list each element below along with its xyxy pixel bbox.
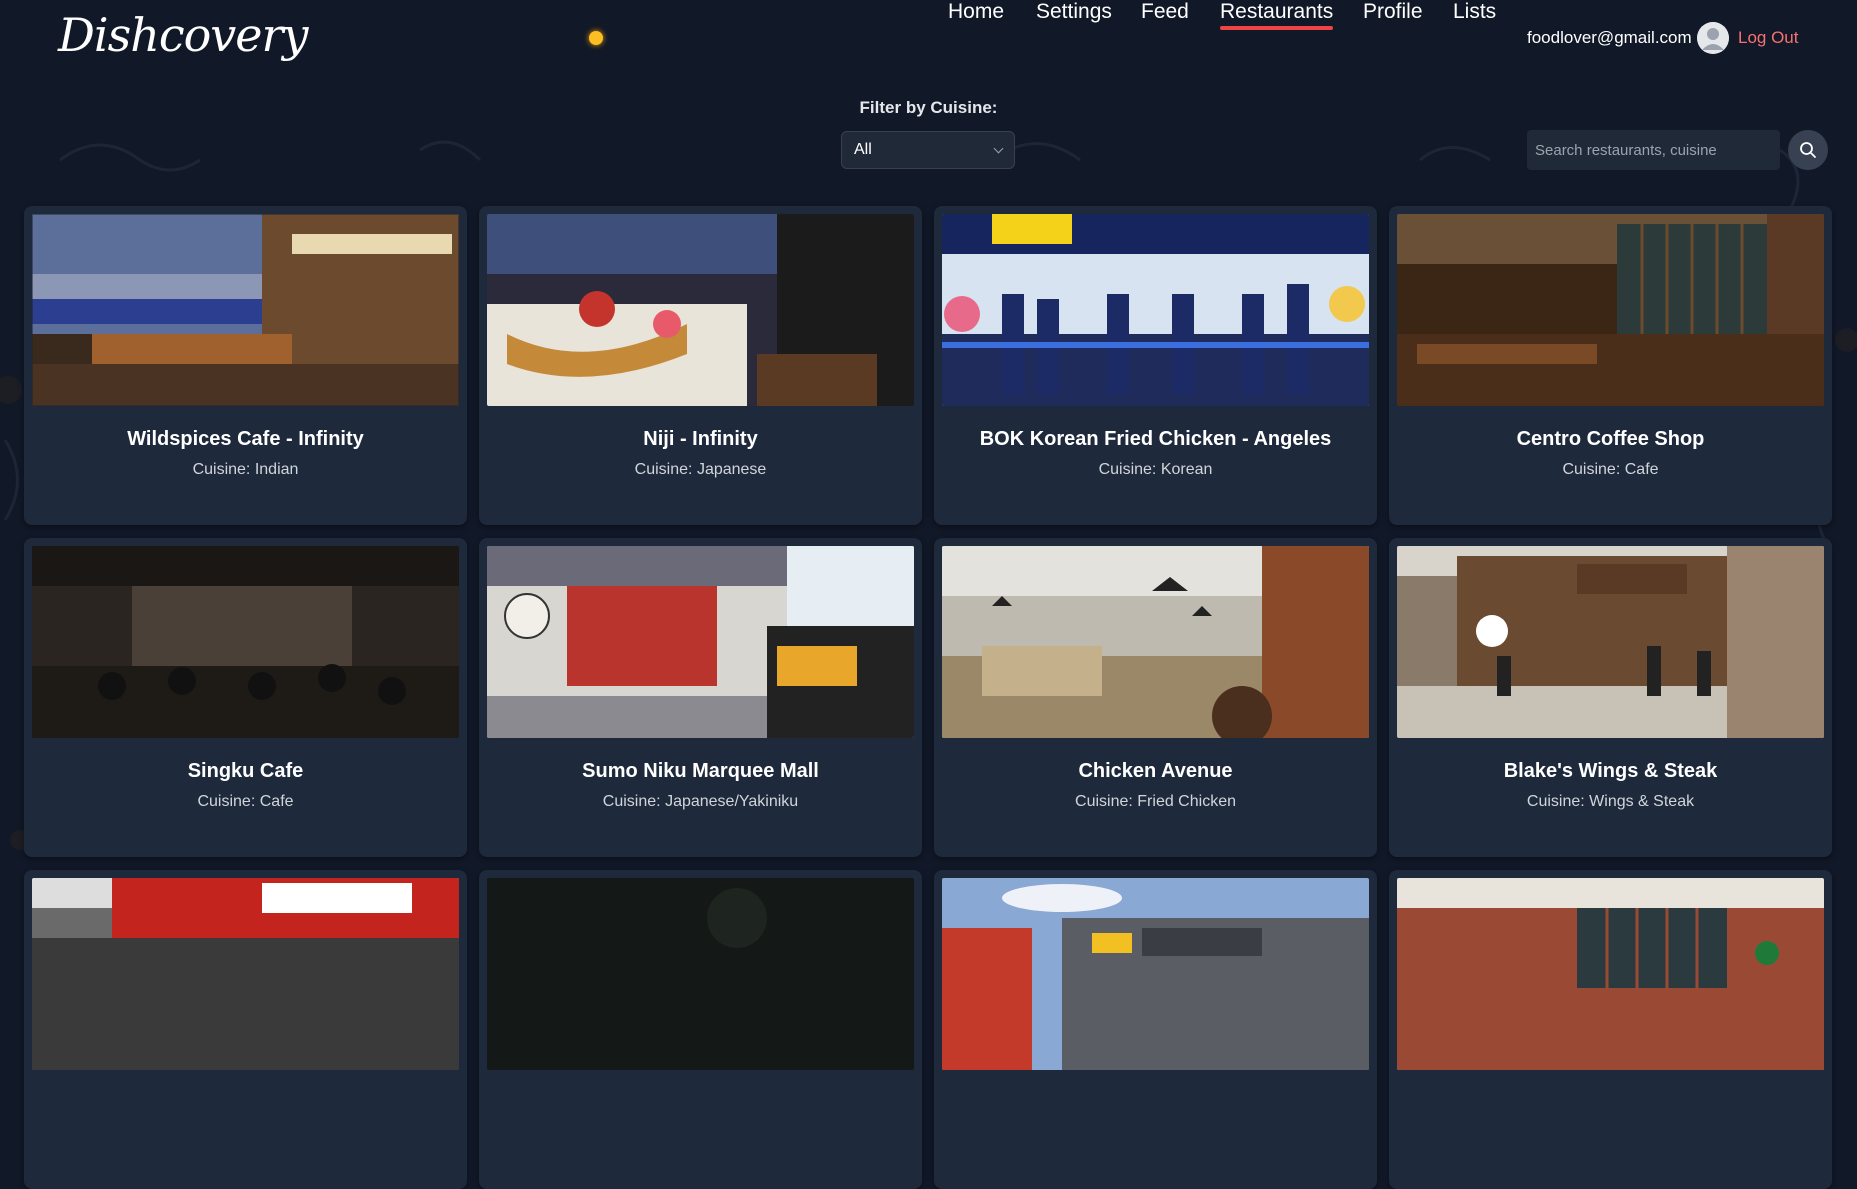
restaurant-name: Blake's Wings & Steak: [1503, 760, 1718, 782]
restaurant-photo: [487, 878, 914, 1070]
logout-link[interactable]: Log Out: [1738, 28, 1799, 48]
cuisine-value: Japanese/Yakiniku: [665, 793, 799, 810]
restaurant-card[interactable]: Niji - Infinity Cuisine: Japanese: [479, 206, 922, 525]
cuisine-value: Korean: [1160, 461, 1213, 478]
restaurant-name: BOK Korean Fried Chicken - Angeles: [979, 428, 1332, 450]
cuisine-filter-value: All: [854, 141, 872, 158]
cuisine-value: Cafe: [1624, 461, 1659, 478]
restaurant-card[interactable]: Singku Cafe Cuisine: Cafe: [24, 538, 467, 857]
restaurant-photo: [942, 546, 1369, 738]
filter-label: Filter by Cuisine:: [859, 98, 998, 117]
nav-profile[interactable]: Profile: [1363, 0, 1423, 24]
app-logo[interactable]: Dishcovery: [58, 8, 308, 62]
restaurant-card[interactable]: [479, 870, 922, 1189]
restaurant-photo: [487, 214, 914, 406]
nav-settings[interactable]: Settings: [1036, 0, 1112, 24]
restaurant-photo: [32, 878, 459, 1070]
nav-feed[interactable]: Feed: [1141, 0, 1189, 24]
cuisine-value: Wings & Steak: [1589, 793, 1695, 810]
restaurant-photo: [1397, 878, 1824, 1070]
nav-home[interactable]: Home: [948, 0, 1004, 24]
restaurant-cuisine: Cuisine: Cafe: [1397, 461, 1824, 479]
cuisine-prefix: Cuisine:: [634, 461, 693, 478]
search-icon: [1800, 142, 1816, 158]
restaurant-card[interactable]: Sumo Niku Marquee Mall Cuisine: Japanese…: [479, 538, 922, 857]
restaurant-cuisine: Cuisine: Indian: [32, 461, 459, 479]
cuisine-prefix: Cuisine:: [197, 793, 256, 810]
restaurant-photo: [32, 546, 459, 738]
top-navbar: Dishcovery Home Settings Feed Restaurant…: [0, 0, 1857, 80]
restaurant-name: Chicken Avenue: [1078, 760, 1233, 782]
cuisine-value: Fried Chicken: [1137, 793, 1236, 810]
restaurant-card[interactable]: Blake's Wings & Steak Cuisine: Wings & S…: [1389, 538, 1832, 857]
cuisine-filter-select[interactable]: All: [841, 131, 1015, 169]
cuisine-prefix: Cuisine:: [1075, 793, 1133, 810]
restaurant-name: Niji - Infinity: [643, 428, 758, 450]
user-avatar[interactable]: [1697, 22, 1729, 54]
restaurant-photo: [487, 546, 914, 738]
restaurant-name: Wildspices Cafe - Infinity: [127, 428, 364, 450]
restaurant-name: Singku Cafe: [187, 760, 304, 782]
cuisine-value: Indian: [254, 461, 299, 478]
restaurant-cuisine: Cuisine: Japanese: [487, 461, 914, 479]
cuisine-prefix: Cuisine:: [1562, 461, 1621, 478]
search-button[interactable]: [1788, 130, 1828, 170]
restaurant-cuisine: Cuisine: Cafe: [32, 793, 459, 811]
cuisine-value: Cafe: [259, 793, 294, 810]
restaurant-card[interactable]: Centro Coffee Shop Cuisine: Cafe: [1389, 206, 1832, 525]
user-email: foodlover@gmail.com: [1527, 28, 1692, 47]
cuisine-prefix: Cuisine:: [1526, 793, 1585, 810]
restaurant-name: Centro Coffee Shop: [1516, 428, 1705, 450]
nav-restaurants[interactable]: Restaurants: [1220, 0, 1334, 30]
restaurant-card[interactable]: [934, 870, 1377, 1189]
theme-toggle-sun-icon[interactable]: [589, 31, 603, 45]
restaurant-cuisine: Cuisine: Japanese/Yakiniku: [487, 793, 914, 811]
restaurant-cuisine: Cuisine: Wings & Steak: [1397, 793, 1824, 811]
restaurant-photo: [1397, 546, 1824, 738]
restaurant-cuisine: Cuisine: Korean: [942, 461, 1369, 479]
restaurant-cuisine: Cuisine: Fried Chicken: [942, 793, 1369, 811]
restaurant-photo: [942, 214, 1369, 406]
restaurant-card[interactable]: Chicken Avenue Cuisine: Fried Chicken: [934, 538, 1377, 857]
cuisine-prefix: Cuisine:: [192, 461, 251, 478]
nav-lists[interactable]: Lists: [1453, 0, 1496, 24]
restaurant-photo: [942, 878, 1369, 1070]
cuisine-value: Japanese: [696, 461, 767, 478]
restaurant-card[interactable]: BOK Korean Fried Chicken - Angeles Cuisi…: [934, 206, 1377, 525]
cuisine-prefix: Cuisine:: [602, 793, 661, 810]
search-input[interactable]: [1527, 130, 1780, 170]
restaurant-photo: [32, 214, 459, 406]
restaurant-card[interactable]: [24, 870, 467, 1189]
chevron-down-icon: [993, 143, 1004, 154]
restaurant-name: Sumo Niku Marquee Mall: [582, 760, 819, 782]
avatar-user-icon: [1697, 22, 1729, 54]
cuisine-prefix: Cuisine:: [1098, 461, 1157, 478]
restaurant-photo: [1397, 214, 1824, 406]
restaurant-card[interactable]: Wildspices Cafe - Infinity Cuisine: Indi…: [24, 206, 467, 525]
restaurant-card[interactable]: [1389, 870, 1832, 1189]
restaurant-grid: Wildspices Cafe - Infinity Cuisine: Indi…: [24, 206, 1833, 1189]
